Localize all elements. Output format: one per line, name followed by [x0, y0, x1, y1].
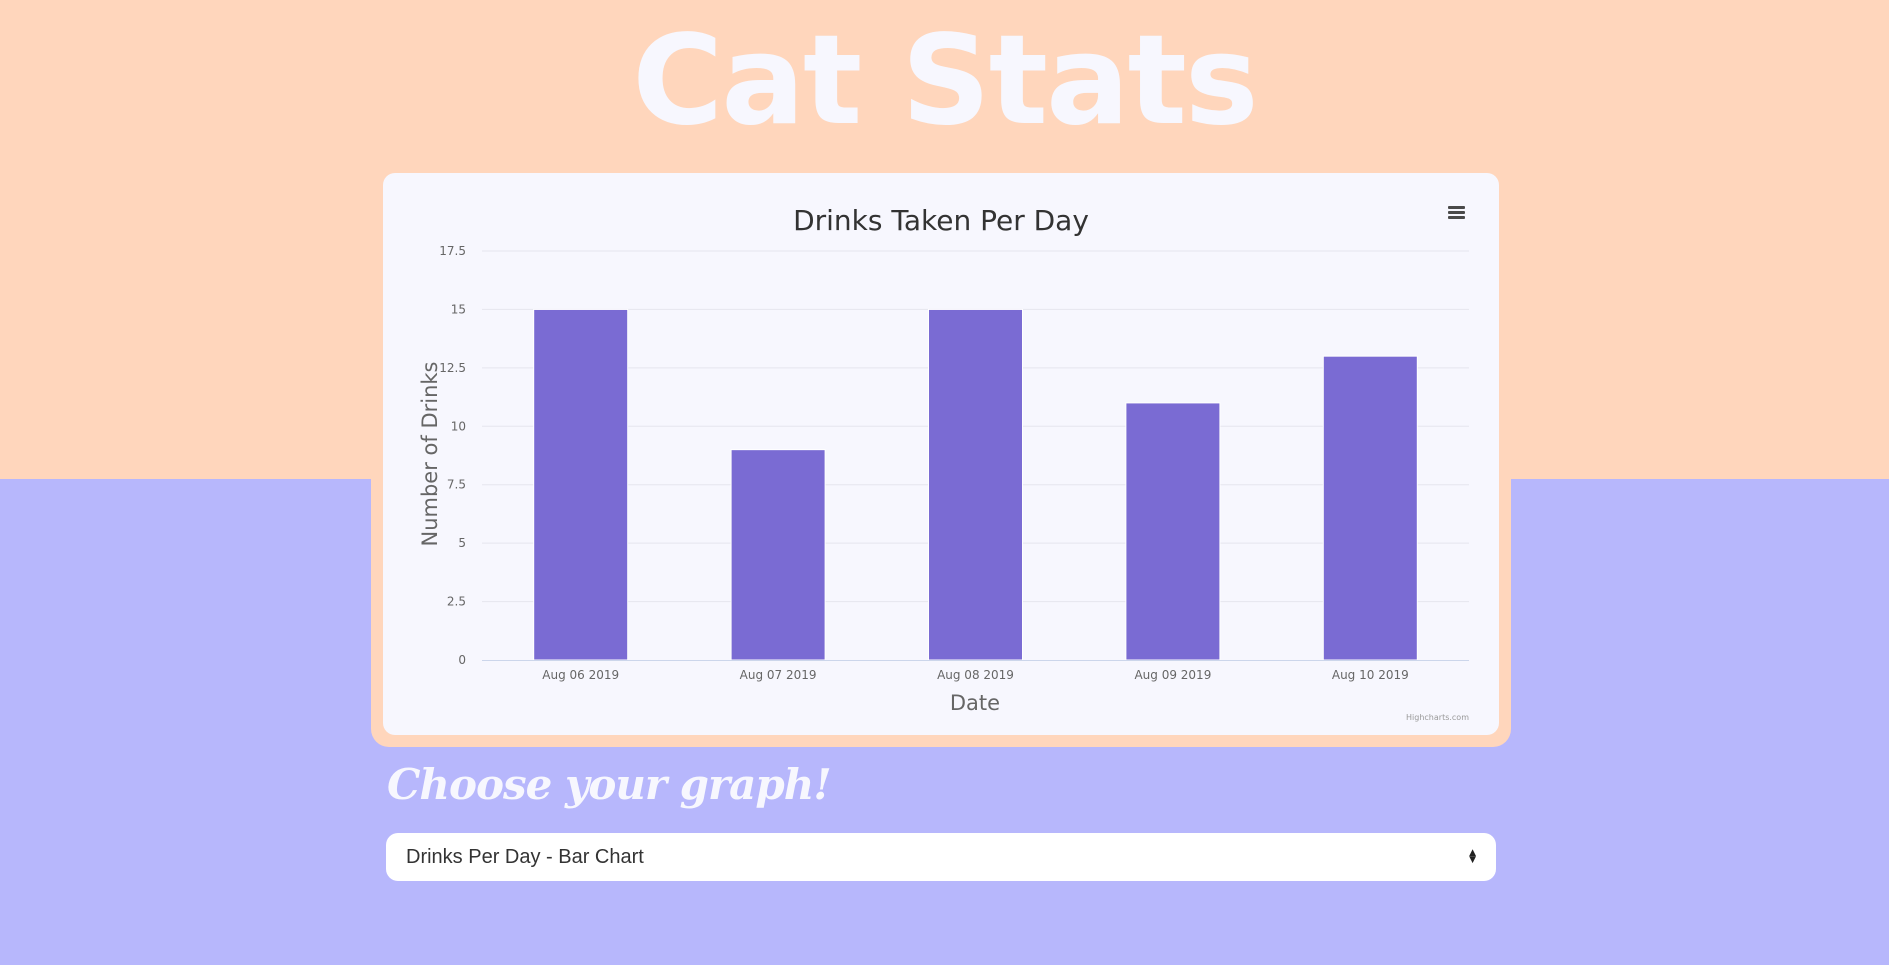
x-tick-label: Aug 10 2019	[1332, 668, 1409, 682]
bar[interactable]	[928, 308, 1023, 661]
bar-chart: 0 2.5 5 7.5 10 12.5 15 17.5 Aug 06 2019 Aug 07 2…	[418, 204, 1469, 722]
y-axis-title: Number of Drinks	[418, 361, 442, 546]
choose-graph-heading: Choose your graph!	[387, 760, 832, 809]
bar[interactable]	[730, 449, 826, 661]
highcharts-credit[interactable]: Highcharts.com	[1406, 713, 1469, 722]
y-tick-label: 17.5	[439, 244, 466, 258]
bar[interactable]	[1322, 355, 1418, 661]
sort-arrows-icon: ▲ ▼	[1469, 848, 1476, 865]
x-axis-title: Date	[950, 691, 1000, 715]
x-tick-label: Aug 08 2019	[937, 668, 1014, 682]
y-tick-label: 15	[451, 302, 466, 316]
y-tick-label: 7.5	[447, 478, 466, 492]
graph-select-value: Drinks Per Day - Bar Chart	[406, 845, 644, 868]
y-tick-label: 5	[458, 536, 466, 550]
y-tick-labels: 0 2.5 5 7.5 10 12.5 15 17.5	[439, 244, 466, 667]
bar[interactable]	[533, 308, 629, 661]
y-tick-label: 10	[451, 419, 466, 433]
x-tick-label: Aug 06 2019	[542, 668, 619, 682]
y-tick-label: 12.5	[439, 361, 466, 375]
chart-menu-button[interactable]	[1444, 204, 1470, 226]
y-tick-label: 2.5	[447, 595, 466, 609]
graph-select[interactable]: Drinks Per Day - Bar Chart ▲ ▼	[386, 833, 1496, 881]
x-tick-label: Aug 07 2019	[740, 668, 817, 682]
chart-title: Drinks Taken Per Day	[793, 204, 1089, 237]
bar[interactable]	[1125, 402, 1221, 661]
x-tick-labels: Aug 06 2019 Aug 07 2019 Aug 08 2019 Aug 09 …	[542, 668, 1408, 682]
y-tick-label: 0	[458, 653, 466, 667]
x-tick-label: Aug 09 2019	[1134, 668, 1211, 682]
hamburger-menu-icon	[1444, 206, 1470, 219]
